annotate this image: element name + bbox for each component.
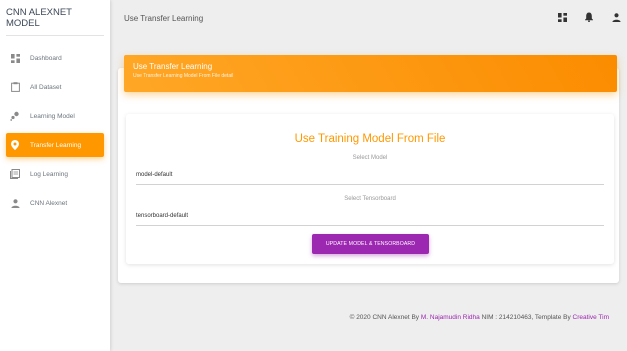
sidebar: CNN ALEXNET MODEL Dashboard All Dataset … <box>0 0 110 351</box>
sidebar-item-cnn-alexnet[interactable]: CNN Alexnet <box>6 191 104 215</box>
author-link[interactable]: M. Najamudin Ridha <box>421 314 480 321</box>
creative-tim-link[interactable]: Creative Tim <box>573 314 609 321</box>
sidebar-item-label: CNN Alexnet <box>30 199 68 207</box>
person-icon[interactable] <box>611 12 621 22</box>
brand-title[interactable]: CNN ALEXNET MODEL <box>6 0 104 36</box>
sidebar-item-dashboard[interactable]: Dashboard <box>6 46 104 70</box>
sidebar-item-log-learning[interactable]: Log Learning <box>6 162 104 186</box>
top-navbar: Use Transfer Learning <box>110 0 627 36</box>
footer-nim: NIM : 214210463, Template By <box>479 314 573 321</box>
location-pin-icon <box>9 139 21 151</box>
person-icon <box>9 197 21 209</box>
card-subtitle: Use Transfer Learning Model From File de… <box>133 73 234 79</box>
select-tensorboard-label: Select Tensorboard <box>344 196 396 202</box>
footer-copyright: © 2020 CNN Alexnet By <box>349 314 421 321</box>
topbar-icons <box>557 12 621 22</box>
page-title[interactable]: Use Transfer Learning <box>124 14 203 23</box>
model-form-card: Use Training Model From File Select Mode… <box>126 114 614 264</box>
sidebar-item-label: Log Learning <box>30 170 68 178</box>
form-title: Use Training Model From File <box>294 133 446 145</box>
notifications-icon[interactable] <box>584 12 594 22</box>
select-model-field[interactable]: model-default <box>136 172 172 178</box>
log-icon <box>9 168 21 180</box>
select-model-label: Select Model <box>352 155 388 161</box>
dashboard-icon <box>9 52 21 64</box>
footer: © 2020 CNN Alexnet By M. Najamudin Ridha… <box>350 314 609 321</box>
sidebar-item-label: Dashboard <box>30 54 62 62</box>
card-header: Use Transfer Learning Use Transfer Learn… <box>124 55 617 92</box>
card-title: Use Transfer Learning <box>133 62 213 71</box>
sidebar-item-transfer-learning[interactable]: Transfer Learning <box>6 133 104 157</box>
sidebar-item-label: All Dataset <box>30 83 62 91</box>
sidebar-item-label: Learning Model <box>30 112 75 120</box>
sidebar-nav: Dashboard All Dataset Learning Model Tra… <box>0 46 110 215</box>
select-tensorboard-field[interactable]: tensorboard-default <box>136 213 188 219</box>
sidebar-item-learning-model[interactable]: Learning Model <box>6 104 104 128</box>
select-tensorboard-underline <box>136 225 604 226</box>
clipboard-icon <box>9 81 21 93</box>
select-model-underline <box>136 184 604 185</box>
sidebar-item-label: Transfer Learning <box>30 141 82 149</box>
dashboard-icon[interactable] <box>557 12 567 22</box>
bubbles-icon <box>9 110 21 122</box>
sidebar-item-all-dataset[interactable]: All Dataset <box>6 75 104 99</box>
update-model-tensorboard-button[interactable]: UPDATE MODEL & TENSORBOARD <box>312 234 429 254</box>
